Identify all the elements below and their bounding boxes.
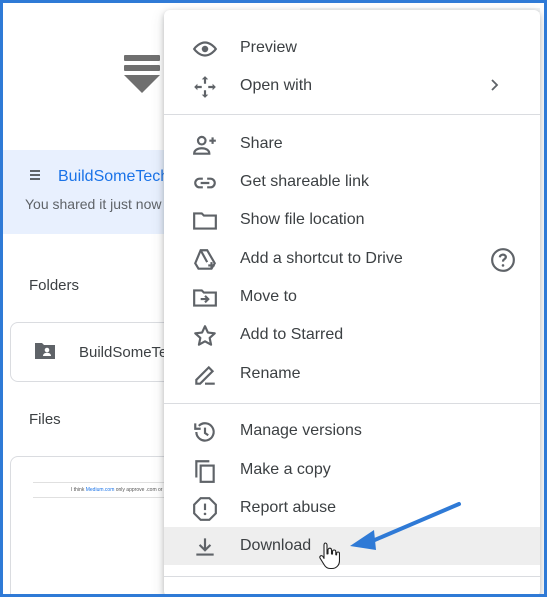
site-logo	[124, 55, 160, 93]
star-icon	[194, 325, 216, 346]
chevron-right-icon	[491, 79, 499, 91]
menu-item-label: Move to	[240, 288, 297, 305]
document-icon	[30, 170, 40, 182]
menu-item-manage-versions[interactable]: Manage versions	[164, 412, 540, 450]
pencil-icon	[195, 365, 215, 385]
menu-item-label: Show file location	[240, 211, 365, 228]
menu-item-rename[interactable]: Rename	[164, 355, 540, 393]
menu-item-get-shareable-link[interactable]: Get shareable link	[164, 163, 540, 201]
menu-item-label: Rename	[240, 365, 301, 382]
menu-divider	[164, 576, 540, 577]
menu-item-show-file-location[interactable]: Show file location	[164, 201, 540, 239]
move-to-folder-icon	[193, 289, 217, 307]
menu-item-label: Make a copy	[240, 461, 331, 478]
menu-item-open-with[interactable]: Open with	[164, 67, 540, 105]
menu-item-label: Manage versions	[240, 422, 362, 439]
folders-heading: Folders	[29, 277, 80, 294]
menu-item-label: Open with	[240, 77, 313, 94]
shared-folder-icon	[35, 343, 55, 359]
eye-icon	[192, 41, 218, 57]
menu-item-move-to[interactable]: Move to	[164, 278, 540, 316]
menu-divider	[164, 403, 540, 404]
file-thumbnail-text: I think Medium.com only approve .com or …	[71, 487, 178, 493]
person-add-icon	[193, 135, 216, 155]
report-icon	[193, 497, 217, 521]
menu-divider	[164, 114, 540, 115]
menu-item-label: Report abuse	[240, 499, 337, 516]
shared-item-title[interactable]: BuildSomeTech	[58, 168, 169, 186]
hand-cursor-icon	[319, 542, 340, 570]
download-icon	[196, 538, 214, 556]
files-heading: Files	[29, 411, 61, 428]
menu-item-label: Download	[240, 537, 312, 554]
annotation-arrow-icon	[350, 502, 461, 550]
drive-shortcut-icon	[194, 249, 217, 270]
shared-item-subtitle: You shared it just now	[25, 196, 162, 212]
history-icon	[194, 422, 215, 442]
menu-item-share[interactable]: Share	[164, 125, 540, 163]
menu-item-add-to-starred[interactable]: Add to Starred	[164, 316, 540, 354]
menu-item-label: Add to Starred	[240, 326, 344, 343]
move-arrows-icon	[194, 76, 216, 98]
menu-item-label: Share	[240, 135, 283, 152]
help-icon[interactable]	[490, 247, 516, 273]
copy-icon	[195, 460, 215, 483]
menu-item-label: Add a shortcut to Drive	[240, 250, 403, 267]
menu-item-label: Preview	[240, 39, 297, 56]
menu-item-make-a-copy[interactable]: Make a copy	[164, 451, 540, 489]
folder-icon	[193, 212, 217, 230]
menu-item-add-shortcut[interactable]: Add a shortcut to Drive	[164, 240, 540, 278]
link-icon	[194, 177, 216, 189]
menu-item-preview[interactable]: Preview	[164, 29, 540, 67]
menu-item-label: Get shareable link	[240, 173, 369, 190]
